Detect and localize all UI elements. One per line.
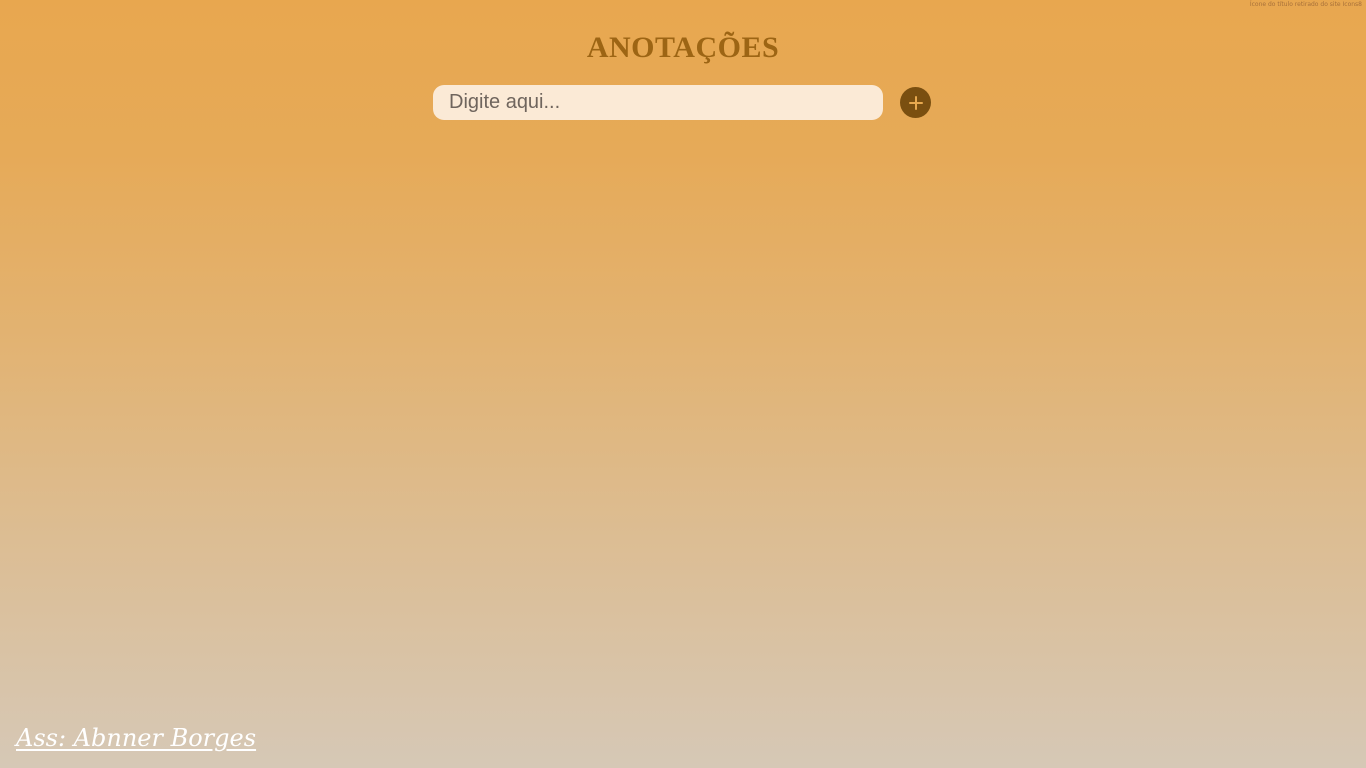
page-title: ANOTAÇÕES [586,31,780,64]
plus-icon [908,95,923,110]
add-note-button[interactable] [900,87,931,118]
icon-credit-text: Ícone do título retirado do site Icons8 [1249,1,1362,8]
note-form [433,85,931,120]
note-input[interactable] [433,85,883,120]
author-signature: Ass: Abnner Borges [16,724,257,752]
